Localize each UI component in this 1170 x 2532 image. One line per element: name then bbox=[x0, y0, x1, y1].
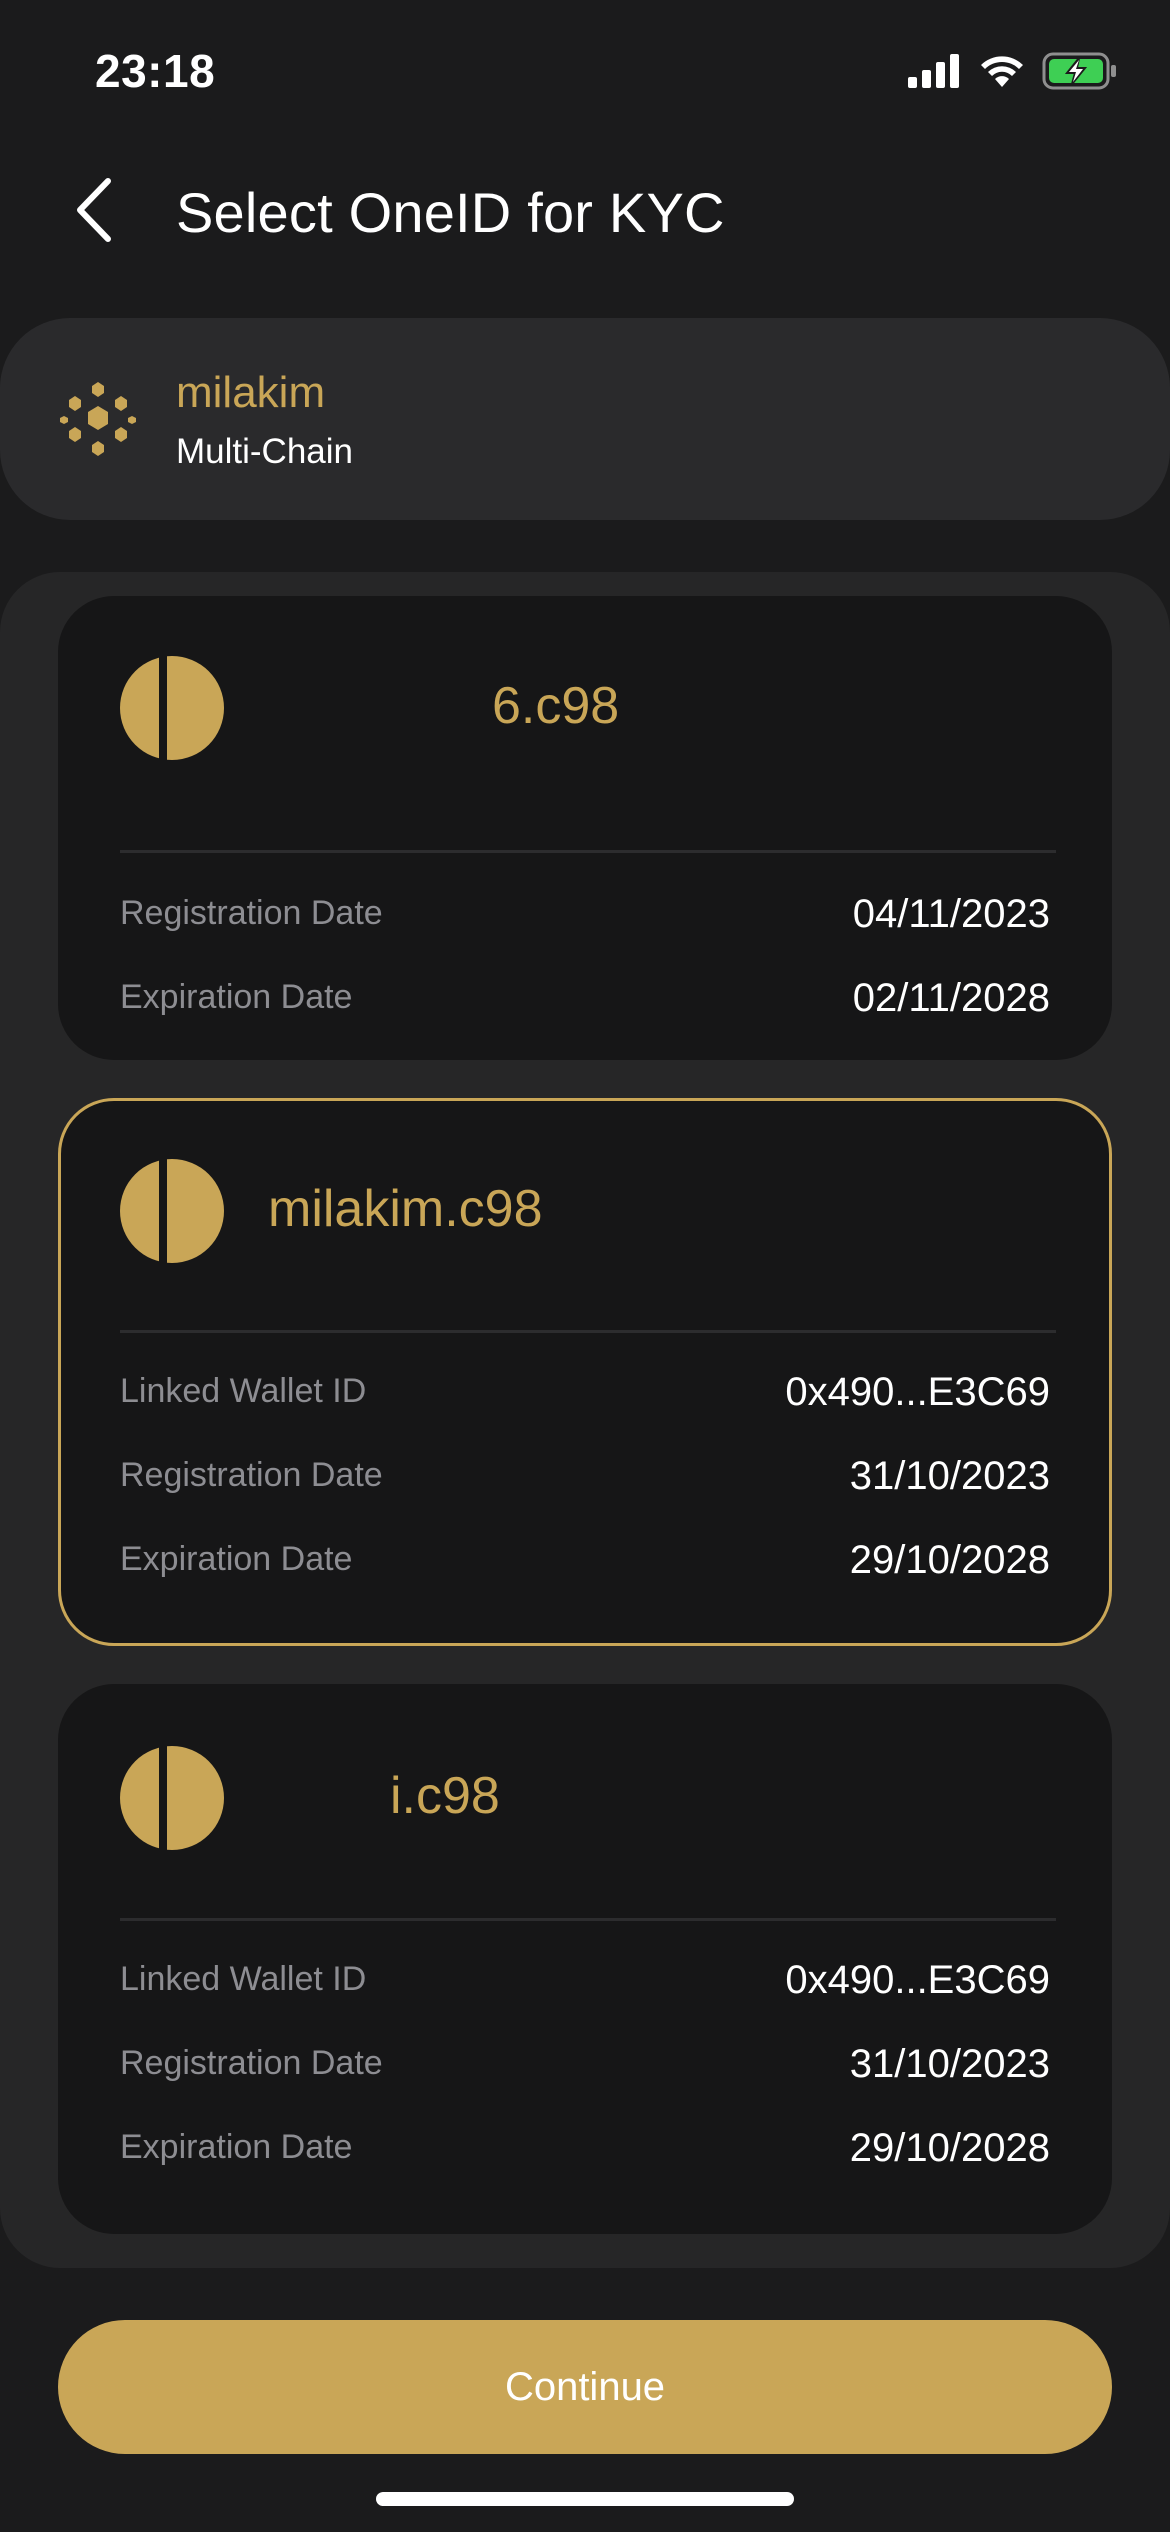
oneid-name: i.c98 bbox=[390, 1767, 500, 1825]
oneid-card[interactable]: 6.c98 Registration Date 04/11/2023 Expir… bbox=[58, 596, 1112, 1060]
home-indicator[interactable] bbox=[376, 2492, 794, 2506]
row-value: 29/10/2028 bbox=[849, 1538, 1050, 1582]
row-value: 31/10/2023 bbox=[849, 1454, 1050, 1498]
row-value: 0x490...E3C69 bbox=[785, 1958, 1050, 2002]
c98-logo-icon bbox=[120, 1159, 224, 1263]
divider bbox=[120, 1330, 1056, 1333]
row-label: Expiration Date bbox=[120, 978, 353, 1016]
status-icons bbox=[908, 52, 1118, 90]
oneid-list: 6.c98 Registration Date 04/11/2023 Expir… bbox=[0, 572, 1170, 2268]
status-bar: 23:18 bbox=[0, 0, 1170, 150]
row-value: 04/11/2023 bbox=[852, 892, 1050, 936]
row-label: Expiration Date bbox=[120, 1540, 353, 1578]
back-button[interactable] bbox=[62, 172, 126, 248]
battery-charging-icon bbox=[1042, 52, 1116, 90]
row-value: 02/11/2028 bbox=[852, 976, 1050, 1020]
divider bbox=[120, 1918, 1056, 1921]
row-label: Registration Date bbox=[120, 2044, 383, 2082]
row-value: 0x490...E3C69 bbox=[785, 1370, 1050, 1414]
account-name: milakim bbox=[176, 368, 326, 417]
account-card[interactable]: milakim Multi-Chain bbox=[0, 318, 1170, 520]
status-time: 23:18 bbox=[95, 45, 216, 97]
divider bbox=[120, 850, 1056, 853]
oneid-name: milakim.c98 bbox=[268, 1180, 543, 1238]
row-label: Linked Wallet ID bbox=[120, 1372, 367, 1410]
cellular-signal-icon bbox=[908, 54, 959, 88]
hexagon-cluster-icon bbox=[60, 382, 136, 456]
c98-logo-icon bbox=[120, 1746, 224, 1850]
row-label: Expiration Date bbox=[120, 2128, 353, 2166]
c98-logo-icon bbox=[120, 656, 224, 760]
continue-button[interactable]: Continue bbox=[58, 2320, 1112, 2454]
row-value: 31/10/2023 bbox=[849, 2042, 1050, 2086]
row-label: Linked Wallet ID bbox=[120, 1960, 367, 1998]
oneid-card-selected[interactable]: milakim.c98 Linked Wallet ID 0x490...E3C… bbox=[58, 1098, 1112, 1646]
oneid-card[interactable]: i.c98 Linked Wallet ID 0x490...E3C69 Reg… bbox=[58, 1684, 1112, 2234]
page-title: Select OneID for KYC bbox=[176, 181, 725, 244]
chevron-left-icon bbox=[77, 178, 111, 242]
oneid-name: 6.c98 bbox=[492, 677, 620, 735]
header: Select OneID for KYC bbox=[0, 160, 1170, 260]
row-label: Registration Date bbox=[120, 1456, 383, 1494]
wifi-icon bbox=[981, 56, 1023, 87]
account-network: Multi-Chain bbox=[176, 432, 353, 471]
row-value: 29/10/2028 bbox=[849, 2126, 1050, 2170]
row-label: Registration Date bbox=[120, 894, 383, 932]
screen: 23:18 Select OneID for KYC milakim Multi… bbox=[0, 0, 1170, 2532]
